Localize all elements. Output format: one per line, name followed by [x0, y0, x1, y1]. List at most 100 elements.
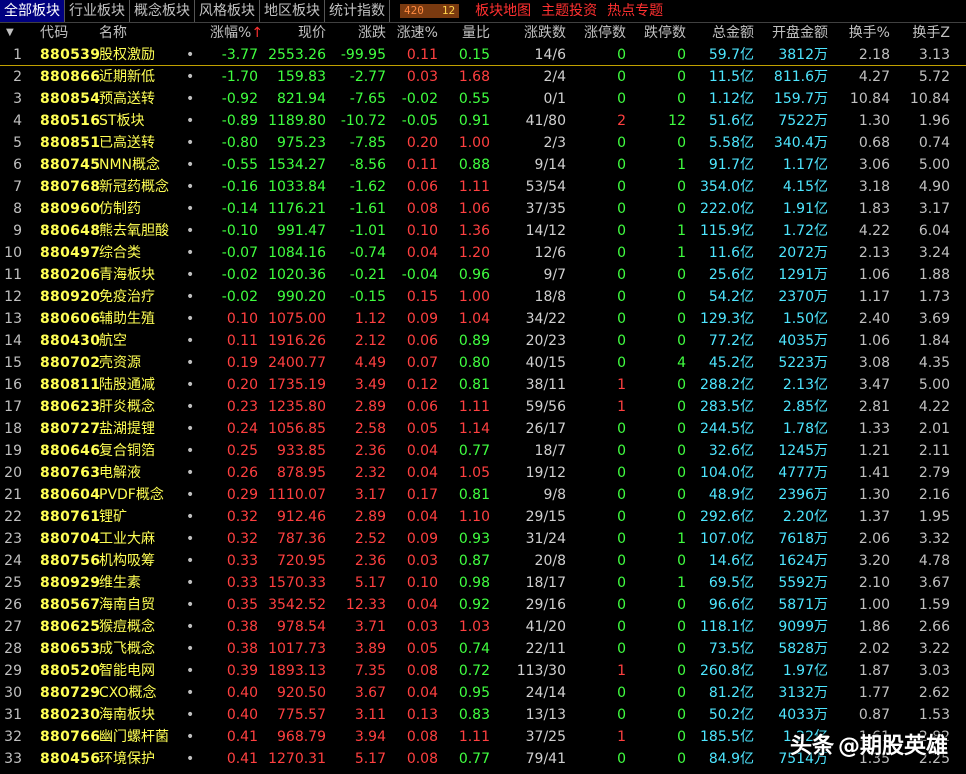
turnover-z: 2.01: [918, 421, 950, 437]
col-speed[interactable]: 涨速%: [392, 22, 438, 44]
current-price: 787.36: [277, 531, 326, 547]
open-amount: 2.85亿: [782, 399, 828, 415]
tab-style[interactable]: 风格板块: [195, 0, 260, 22]
col-limit-down[interactable]: 跌停数: [640, 22, 686, 44]
limit-down-count: 1: [677, 245, 686, 261]
table-row[interactable]: 8 880960 仿制药 • -0.14 1176.21 -1.61 0.08 1.06 37/3…: [0, 198, 966, 220]
adv-dec-count: 9/7: [543, 267, 566, 283]
col-name[interactable]: 名称: [99, 22, 127, 44]
table-row[interactable]: 28 880653 成飞概念 • 0.38 1017.73 3.89 0.05 0.74 22/1…: [0, 638, 966, 660]
change-amount: 3.11: [354, 707, 386, 723]
col-total-amount[interactable]: 总金额: [700, 22, 754, 44]
turnover: 3.06: [858, 157, 890, 173]
turnover-z: 10.84: [909, 91, 950, 107]
sector-code: 880520: [40, 663, 101, 679]
table-row[interactable]: 15 880702 壳资源 • 0.19 2400.77 4.49 0.07 0.80 40/15…: [0, 352, 966, 374]
row-dot: •: [186, 267, 195, 283]
col-limit-up[interactable]: 涨停数: [580, 22, 626, 44]
total-amount: 292.6亿: [700, 509, 755, 525]
current-price: 912.46: [277, 509, 326, 525]
table-row[interactable]: 3 880854 预高送转 • -0.92 821.94 -7.65 -0.02 0.55 0/1…: [0, 88, 966, 110]
table-row[interactable]: 25 880929 维生素 • 0.33 1570.33 5.17 0.10 0.98 18/17…: [0, 572, 966, 594]
tab-concept[interactable]: 概念板块: [130, 0, 195, 22]
limit-down-count: 0: [677, 751, 686, 767]
row-index: 21: [4, 487, 22, 503]
link-theme-invest[interactable]: 主题投资: [541, 0, 597, 22]
tab-all-sectors[interactable]: 全部板块: [0, 0, 65, 22]
col-turnover[interactable]: 换手%: [840, 22, 890, 44]
table-row[interactable]: 11 880206 青海板块 • -0.02 1020.36 -0.21 -0.04 0.96 9…: [0, 264, 966, 286]
row-index: 16: [4, 377, 22, 393]
col-price[interactable]: 现价: [268, 22, 326, 44]
total-amount: 32.6亿: [708, 443, 754, 459]
table-row[interactable]: 5 880851 已高送转 • -0.80 975.23 -7.85 0.20 1.00 2/3 0…: [0, 132, 966, 154]
total-amount: 11.6亿: [708, 245, 754, 261]
col-vol-ratio[interactable]: 量比: [446, 22, 490, 44]
tab-region[interactable]: 地区板块: [260, 0, 325, 22]
col-open-amount[interactable]: 开盘金额: [762, 22, 828, 44]
table-row[interactable]: 12 880920 免疫治疗 • -0.02 990.20 -0.15 0.15 1.00 18/…: [0, 286, 966, 308]
sector-name: 锂矿: [99, 509, 127, 525]
total-amount: 222.0亿: [700, 201, 755, 217]
adv-dec-count: 53/54: [525, 179, 566, 195]
total-amount: 50.2亿: [708, 707, 754, 723]
change-speed: 0.17: [406, 487, 438, 503]
adv-dec-count: 14/6: [534, 47, 566, 63]
turnover: 1.33: [858, 421, 890, 437]
col-code[interactable]: 代码: [40, 22, 69, 44]
change-amount: 3.94: [354, 729, 386, 745]
row-index: 17: [4, 399, 22, 415]
change-amount: 4.49: [354, 355, 386, 371]
table-row[interactable]: 22 880761 锂矿 • 0.32 912.46 2.89 0.04 1.10 29/15 0 0…: [0, 506, 966, 528]
table-row[interactable]: 4 880516 ST板块 • -0.89 1189.80 -10.72 -0.05 0.91 4…: [0, 110, 966, 132]
sector-name: 环境保护: [99, 751, 155, 767]
table-row[interactable]: 23 880704 工业大麻 • 0.32 787.36 2.52 0.09 0.93 31/24…: [0, 528, 966, 550]
table-row[interactable]: 9 880648 熊去氧胆酸 • -0.10 991.47 -1.01 0.10 1.36 14/…: [0, 220, 966, 242]
table-row[interactable]: 10 880497 综合类 • -0.07 1084.16 -0.74 0.04 1.20 12/…: [0, 242, 966, 264]
table-row[interactable]: 26 880567 海南自贸 • 0.35 3542.52 12.33 0.04 0.92 29/…: [0, 594, 966, 616]
table-row[interactable]: 16 880811 陆股通减 • 0.20 1735.19 3.49 0.12 0.81 38/1…: [0, 374, 966, 396]
col-pct[interactable]: 涨幅%↑: [210, 22, 263, 44]
table-row[interactable]: 13 880606 辅助生殖 • 0.10 1075.00 1.12 0.09 1.04 34/2…: [0, 308, 966, 330]
sector-code: 880745: [40, 157, 101, 173]
table-row[interactable]: 27 880625 猴痘概念 • 0.38 978.54 3.71 0.03 1.03 41/20…: [0, 616, 966, 638]
adv-dec-count: 24/14: [525, 685, 566, 701]
adv-dec-count: 29/16: [525, 597, 566, 613]
row-index: 6: [13, 157, 22, 173]
turnover-z: 2.11: [918, 443, 950, 459]
col-turnover-z[interactable]: 换手Z: [900, 22, 950, 44]
table-row[interactable]: 18 880727 盐湖提锂 • 0.24 1056.85 2.58 0.05 1.14 26/1…: [0, 418, 966, 440]
table-row[interactable]: 14 880430 航空 • 0.11 1916.26 2.12 0.06 0.89 20/23 0…: [0, 330, 966, 352]
table-row[interactable]: 1 880539 股权激励 • -3.77 2553.26 -99.95 0.11 0.15 14…: [0, 44, 966, 66]
table-row[interactable]: 29 880520 智能电网 • 0.39 1893.13 7.35 0.08 0.72 113/…: [0, 660, 966, 682]
table-row[interactable]: 17 880623 肝炎概念 • 0.23 1235.80 2.89 0.06 1.11 59/5…: [0, 396, 966, 418]
limit-down-count: 0: [677, 421, 686, 437]
table-row[interactable]: 7 880768 新冠药概念 • -0.16 1033.84 -1.62 0.06 1.11 53…: [0, 176, 966, 198]
adv-dec-count: 20/23: [525, 333, 566, 349]
table-row[interactable]: 31 880230 海南板块 • 0.40 775.57 3.11 0.13 0.83 13/13…: [0, 704, 966, 726]
table-row[interactable]: 21 880604 PVDF概念 • 0.29 1110.07 3.17 0.17 0.81 9/…: [0, 484, 966, 506]
sort-caret-icon[interactable]: ▼: [6, 22, 14, 44]
tab-industry[interactable]: 行业板块: [65, 0, 130, 22]
tab-stat-index[interactable]: 统计指数: [325, 0, 390, 22]
col-change[interactable]: 涨跌: [334, 22, 386, 44]
current-price: 1110.07: [268, 487, 326, 503]
table-row[interactable]: 6 880745 NMN概念 • -0.55 1534.27 -8.56 0.11 0.88 9/…: [0, 154, 966, 176]
sector-name: 维生素: [99, 575, 141, 591]
change-amount: 2.58: [354, 421, 386, 437]
table-row[interactable]: 19 880646 复合铜箔 • 0.25 933.85 2.36 0.04 0.77 18/7 0…: [0, 440, 966, 462]
change-pct: 0.38: [226, 641, 258, 657]
table-row[interactable]: 2 880866 近期新低 • -1.70 159.83 -2.77 0.03 1.68 2/4 0…: [0, 66, 966, 88]
table-row[interactable]: 30 880729 CXO概念 • 0.40 920.50 3.67 0.04 0.95 24/1…: [0, 682, 966, 704]
link-sector-map[interactable]: 板块地图: [475, 0, 531, 22]
change-pct: 0.26: [226, 465, 258, 481]
table-row[interactable]: 20 880763 电解液 • 0.26 878.95 2.32 0.04 1.05 19/12 0…: [0, 462, 966, 484]
table-header: ▼ 代码 名称 涨幅%↑ 现价 涨跌 涨速% 量比 涨跌数 涨停数 跌停数 总金…: [0, 22, 966, 44]
volume-ratio: 1.00: [458, 289, 490, 305]
turnover: 1.06: [858, 333, 890, 349]
col-adv-dec[interactable]: 涨跌数: [508, 22, 566, 44]
sector-code: 880766: [40, 729, 101, 745]
table-row[interactable]: 24 880756 机构吸筹 • 0.33 720.95 2.36 0.03 0.87 20/8 0…: [0, 550, 966, 572]
link-hot-topics[interactable]: 热点专题: [607, 0, 663, 22]
total-amount: 244.5亿: [700, 421, 755, 437]
